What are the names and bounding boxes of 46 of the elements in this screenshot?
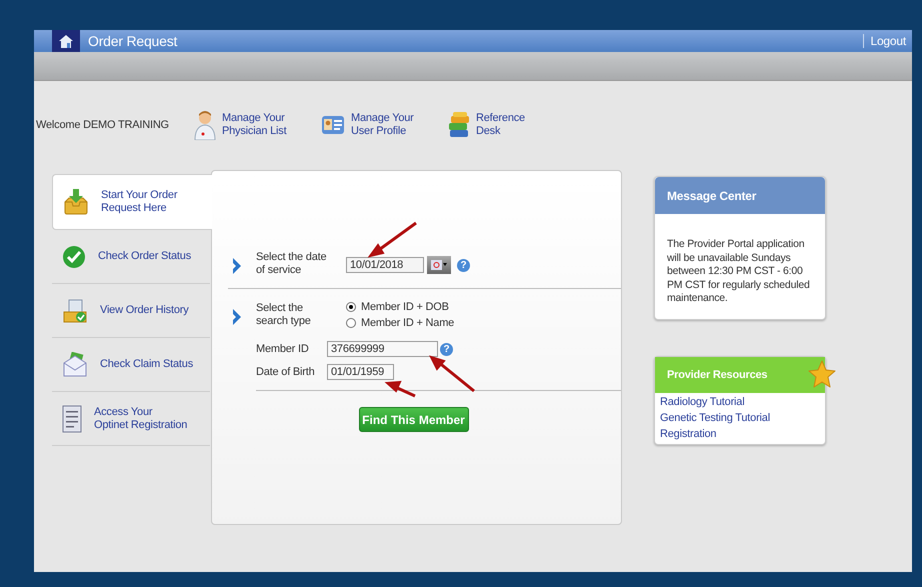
welcome-text: Welcome DEMO TRAINING [36, 119, 170, 131]
nav-item[interactable]: Check Order Status [52, 230, 210, 284]
header-link[interactable]: Manage Your User Profile [351, 112, 414, 138]
radio-icon[interactable] [346, 318, 356, 328]
resource-link[interactable]: Registration [660, 428, 820, 440]
field-label: Select the search type [256, 302, 312, 328]
document-tray-icon [62, 298, 88, 324]
resource-link[interactable]: Radiology Tutorial [660, 396, 820, 408]
envelope-icon [62, 352, 88, 378]
books-icon [448, 111, 470, 139]
annotation-arrow [368, 222, 417, 258]
annotation-arrow [384, 380, 416, 398]
nav-item[interactable]: Start Your Order Request Here [52, 174, 212, 230]
field-label: Member ID [256, 343, 310, 355]
card-title: Provider Resources [655, 356, 825, 392]
star-icon [807, 358, 837, 388]
id-card-icon [321, 114, 345, 136]
header-link[interactable]: Manage Your Physician List [222, 112, 286, 138]
date-field[interactable]: 10/01/2018 [346, 257, 424, 273]
card-title: Message Center [655, 177, 825, 214]
annotation-arrow [429, 355, 475, 392]
chevron-icon [232, 308, 242, 326]
help-button[interactable]: ? [457, 258, 470, 272]
chevron-icon [232, 257, 242, 275]
search-type-radio[interactable]: Member ID + Name [346, 317, 454, 329]
field-label: Select the date of service [256, 251, 328, 277]
resource-link[interactable]: Genetic Testing Tutorial [660, 412, 820, 424]
nav-item[interactable]: Access Your Optinet Registration [52, 392, 210, 446]
radio-icon[interactable] [346, 302, 356, 312]
input-field[interactable]: 01/01/1959 [327, 364, 394, 380]
calendar-button[interactable] [427, 256, 451, 274]
field-label: Date of Birth [256, 366, 316, 378]
window-title: Order Request [88, 33, 178, 49]
home-button[interactable] [52, 30, 80, 52]
search-type-radio[interactable]: Member ID + DOB [346, 301, 454, 313]
input-field[interactable]: 376699999 [327, 341, 438, 357]
help-button[interactable]: ? [440, 342, 453, 356]
header-link[interactable]: Reference Desk [476, 112, 525, 138]
nav-item[interactable]: Check Claim Status [52, 338, 210, 392]
checkmark-icon [62, 244, 86, 268]
doctor-icon [194, 110, 216, 140]
inbox-icon [63, 188, 89, 216]
house-icon [58, 33, 74, 49]
nav-item[interactable]: View Order History [52, 284, 210, 338]
message-text: The Provider Portal application will be unavailable Sundays between 12:30 PM CST - 6:00 PM CST for regularly scheduled maintenance. [666, 237, 811, 306]
document-icon [62, 404, 82, 432]
